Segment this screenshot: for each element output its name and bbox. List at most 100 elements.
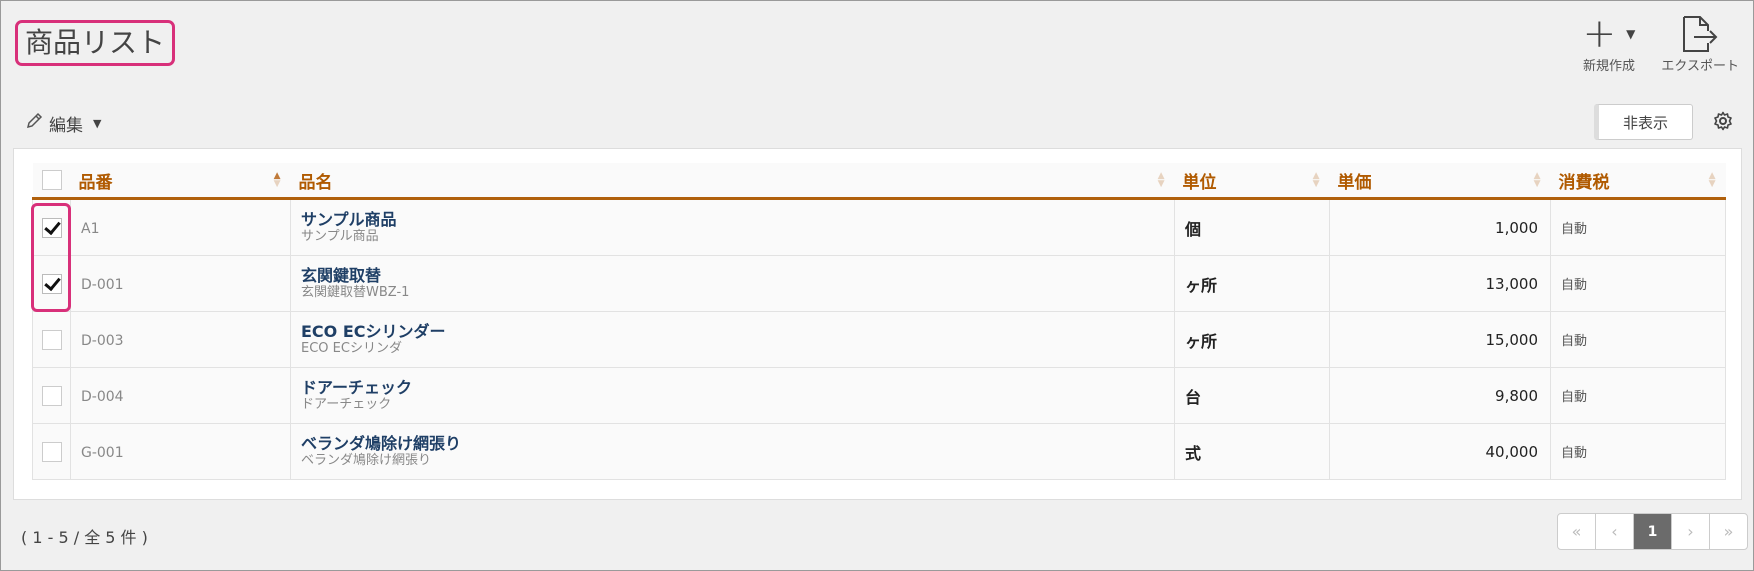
new-button[interactable]: + ▼ 新規作成 bbox=[1583, 13, 1636, 74]
product-name-link[interactable]: ベランダ鳩除け網張り bbox=[301, 434, 1174, 453]
unit-cell: ヶ所 bbox=[1174, 255, 1330, 312]
first-page-button[interactable]: « bbox=[1558, 514, 1595, 549]
name-cell: ベランダ鳩除け網張り ベランダ鳩除け網張り bbox=[290, 423, 1175, 480]
last-page-button[interactable]: » bbox=[1709, 514, 1747, 549]
top-actions: + ▼ 新規作成 エクスポート bbox=[1583, 13, 1739, 74]
table-row[interactable]: D-003 ECO ECシリンダー ECO ECシリンダ ヶ所 15,000 自動 bbox=[32, 311, 1726, 368]
table-row[interactable]: A1 サンプル商品 サンプル商品個 1,000 自動 bbox=[32, 198, 1726, 256]
product-table: 品番 ▲ ▼ 品名 ▲ ▼ 単位 ▲ ▼ 単価 ▲ ▼ 消費税 ▲ ▼ A1 サ… bbox=[32, 163, 1726, 480]
edit-menu-button[interactable]: 編集 ▼ bbox=[25, 111, 101, 136]
next-page-button[interactable]: › bbox=[1671, 514, 1709, 549]
unit-cell: 台 bbox=[1174, 367, 1330, 424]
table-row[interactable]: G-001 ベランダ鳩除け網張り ベランダ鳩除け網張り式 40,000 自動 bbox=[32, 423, 1726, 480]
product-unit: ヶ所 bbox=[1185, 331, 1218, 351]
page-1-button[interactable]: 1 bbox=[1633, 514, 1671, 549]
product-tax: 自動 bbox=[1561, 278, 1588, 293]
name-cell: サンプル商品 サンプル商品 bbox=[290, 198, 1175, 256]
row-checkbox[interactable] bbox=[41, 273, 62, 294]
table-row[interactable]: D-001 玄関鍵取替 玄関鍵取替WBZ-1 ヶ所 13,000 自動 bbox=[32, 255, 1726, 312]
tax-cell: 自動 bbox=[1550, 255, 1726, 312]
chevron-down-icon: ▼ bbox=[93, 117, 102, 130]
product-name-link[interactable]: サンプル商品 bbox=[301, 210, 1174, 229]
product-subname: ベランダ鳩除け網張り bbox=[301, 453, 432, 468]
code-cell: D-001 bbox=[70, 255, 291, 312]
export-icon bbox=[1680, 15, 1720, 53]
product-subname: サンプル商品 bbox=[301, 229, 379, 244]
product-name-link[interactable]: ECO ECシリンダー bbox=[301, 322, 1174, 341]
tax-cell: 自動 bbox=[1550, 198, 1726, 256]
code-cell: D-003 bbox=[70, 311, 291, 368]
row-checkbox-cell bbox=[32, 255, 71, 312]
row-checkbox-cell bbox=[32, 311, 71, 368]
sort-icon: ▲ ▼ bbox=[273, 171, 281, 189]
tax-cell: 自動 bbox=[1550, 367, 1726, 424]
product-price: 40,000 bbox=[1485, 442, 1539, 461]
select-all-cell bbox=[32, 163, 71, 200]
code-cell: A1 bbox=[70, 198, 291, 256]
row-checkbox[interactable] bbox=[41, 329, 62, 350]
product-subname: ドアーチェック bbox=[301, 397, 392, 412]
unit-cell: 個 bbox=[1174, 198, 1330, 256]
product-unit: 式 bbox=[1185, 443, 1202, 463]
product-subname: ECO ECシリンダ bbox=[301, 341, 402, 356]
price-cell: 1,000 bbox=[1329, 198, 1551, 256]
row-checkbox[interactable] bbox=[41, 217, 62, 238]
table-row[interactable]: D-004 ドアーチェック ドアーチェック台 9,800 自動 bbox=[32, 367, 1726, 424]
row-checkbox[interactable] bbox=[41, 441, 62, 462]
column-header-name[interactable]: 品名 ▲ ▼ bbox=[290, 163, 1175, 200]
price-cell: 15,000 bbox=[1329, 311, 1551, 368]
product-subname: 玄関鍵取替WBZ-1 bbox=[301, 285, 410, 300]
table-header-row: 品番 ▲ ▼ 品名 ▲ ▼ 単位 ▲ ▼ 単価 ▲ ▼ 消費税 ▲ ▼ bbox=[32, 163, 1726, 200]
code-cell: D-004 bbox=[70, 367, 291, 424]
pagination: « ‹ 1 › » bbox=[1557, 513, 1748, 550]
product-code: D-001 bbox=[81, 276, 124, 293]
chevron-down-icon[interactable]: ▼ bbox=[1626, 27, 1635, 41]
product-price: 1,000 bbox=[1495, 218, 1538, 237]
row-checkbox-cell bbox=[32, 198, 71, 256]
product-name-link[interactable]: 玄関鍵取替 bbox=[301, 266, 1174, 285]
name-cell: ECO ECシリンダー ECO ECシリンダ bbox=[290, 311, 1175, 368]
column-header-tax[interactable]: 消費税 ▲ ▼ bbox=[1550, 163, 1726, 200]
product-code: A1 bbox=[81, 220, 100, 237]
row-checkbox[interactable] bbox=[41, 385, 62, 406]
hide-button[interactable]: 非表示 bbox=[1594, 104, 1693, 140]
sort-icon: ▲ ▼ bbox=[1533, 171, 1541, 189]
price-cell: 9,800 bbox=[1329, 367, 1551, 424]
unit-cell: 式 bbox=[1174, 423, 1330, 480]
sort-icon: ▲ ▼ bbox=[1312, 171, 1320, 189]
product-price: 13,000 bbox=[1485, 274, 1539, 293]
product-price: 15,000 bbox=[1485, 330, 1539, 349]
product-tax: 自動 bbox=[1561, 334, 1588, 349]
export-button-label: エクスポート bbox=[1661, 59, 1739, 74]
export-button[interactable]: エクスポート bbox=[1661, 13, 1739, 74]
price-cell: 13,000 bbox=[1329, 255, 1551, 312]
column-header-code[interactable]: 品番 ▲ ▼ bbox=[70, 163, 291, 200]
product-tax: 自動 bbox=[1561, 222, 1588, 237]
product-table-panel: 品番 ▲ ▼ 品名 ▲ ▼ 単位 ▲ ▼ 単価 ▲ ▼ 消費税 ▲ ▼ A1 サ… bbox=[13, 148, 1742, 500]
edit-menu-label: 編集 bbox=[49, 116, 83, 136]
new-button-label: 新規作成 bbox=[1582, 59, 1635, 74]
gear-icon[interactable] bbox=[1713, 111, 1733, 135]
product-tax: 自動 bbox=[1561, 390, 1588, 405]
row-checkbox-cell bbox=[32, 367, 71, 424]
product-unit: 台 bbox=[1185, 387, 1202, 407]
product-code: G-001 bbox=[81, 444, 124, 461]
product-unit: ヶ所 bbox=[1185, 275, 1218, 295]
select-all-checkbox[interactable] bbox=[41, 170, 62, 190]
product-code: D-004 bbox=[81, 388, 124, 405]
product-name-link[interactable]: ドアーチェック bbox=[301, 378, 1174, 397]
price-cell: 40,000 bbox=[1329, 423, 1551, 480]
plus-icon: + bbox=[1582, 11, 1617, 57]
product-tax: 自動 bbox=[1561, 446, 1588, 461]
column-header-price[interactable]: 単価 ▲ ▼ bbox=[1329, 163, 1551, 200]
product-price: 9,800 bbox=[1495, 386, 1538, 405]
product-code: D-003 bbox=[81, 332, 124, 349]
column-header-unit[interactable]: 単位 ▲ ▼ bbox=[1174, 163, 1330, 200]
window: 商品リスト + ▼ 新規作成 エクスポート 編集 ▼ 非表示 品番 ▲ ▼ 品名… bbox=[0, 0, 1754, 571]
name-cell: ドアーチェック ドアーチェック bbox=[290, 367, 1175, 424]
sort-icon: ▲ ▼ bbox=[1157, 171, 1165, 189]
page-title: 商品リスト bbox=[15, 20, 176, 66]
tax-cell: 自動 bbox=[1550, 423, 1726, 480]
prev-page-button[interactable]: ‹ bbox=[1595, 514, 1633, 549]
unit-cell: ヶ所 bbox=[1174, 311, 1330, 368]
